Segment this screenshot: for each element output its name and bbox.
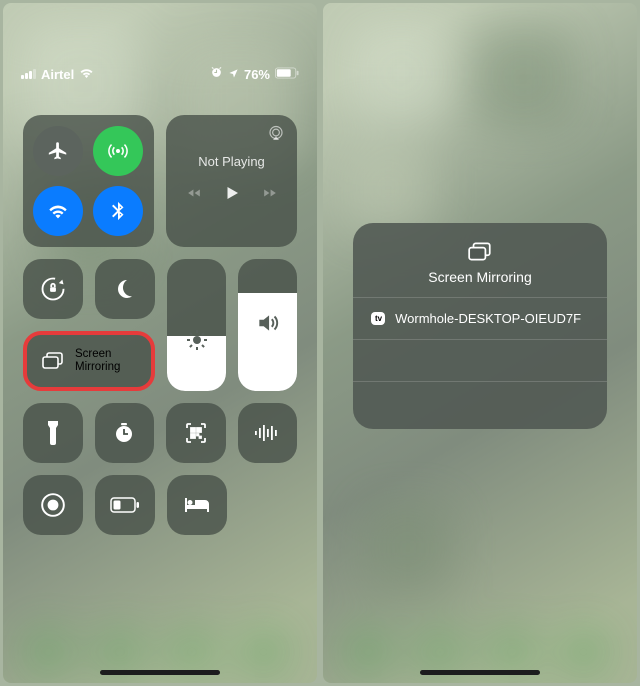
qr-icon (184, 421, 208, 445)
timer-tile[interactable] (95, 403, 155, 463)
music-tile[interactable]: Not Playing (166, 115, 297, 247)
home-indicator[interactable] (100, 670, 220, 675)
connectivity-tile[interactable] (23, 115, 154, 247)
wifi-icon (79, 67, 94, 82)
device-name: Wormhole-DESKTOP-OIEUD7F (395, 311, 581, 326)
mirror-label-1: Screen (75, 348, 120, 361)
music-title: Not Playing (198, 154, 264, 169)
volume-slider[interactable] (238, 259, 297, 391)
dnd-tile[interactable] (95, 259, 155, 319)
location-icon (228, 67, 239, 82)
stopwatch-icon (112, 421, 136, 445)
next-icon[interactable] (261, 186, 279, 205)
mirroring-icon (41, 350, 65, 372)
play-icon[interactable] (223, 183, 241, 208)
cellular-toggle[interactable] (93, 126, 143, 176)
prev-icon[interactable] (185, 186, 203, 205)
right-screenshot: Screen Mirroring tv Wormhole-DESKTOP-OIE… (323, 3, 637, 683)
voice-memo-tile[interactable] (238, 403, 298, 463)
empty-row (353, 339, 607, 381)
device-row[interactable]: tv Wormhole-DESKTOP-OIEUD7F (353, 297, 607, 339)
bluetooth-toggle[interactable] (93, 186, 143, 236)
mirror-label-2: Mirroring (75, 361, 120, 374)
brightness-slider[interactable] (167, 259, 226, 391)
flashlight-icon (44, 420, 62, 446)
record-icon (40, 492, 66, 518)
carrier-label: Airtel (41, 67, 74, 82)
screen-record-tile[interactable] (23, 475, 83, 535)
home-indicator[interactable] (420, 670, 540, 675)
airplay-icon[interactable] (267, 125, 285, 148)
signal-icon (21, 69, 36, 79)
qr-tile[interactable] (166, 403, 226, 463)
sheet-title: Screen Mirroring (428, 269, 531, 285)
screen-mirroring-tile[interactable]: Screen Mirroring (23, 331, 155, 391)
bluetooth-icon (107, 200, 129, 222)
battery-icon (275, 67, 299, 82)
low-power-tile[interactable] (95, 475, 155, 535)
status-bar: Airtel 76% (3, 53, 317, 95)
rotation-lock-tile[interactable] (23, 259, 83, 319)
battery-low-icon (110, 497, 140, 513)
volume-icon (255, 310, 281, 341)
waveform-icon (253, 423, 281, 443)
bed-icon (183, 495, 211, 515)
cellular-icon (106, 139, 130, 163)
airplane-icon (47, 140, 69, 162)
rotation-lock-icon (39, 275, 67, 303)
alarm-icon (210, 66, 223, 82)
mirroring-icon (467, 241, 493, 263)
appletv-badge-icon: tv (371, 312, 385, 325)
battery-pct: 76% (244, 67, 270, 82)
moon-icon (113, 277, 137, 301)
brightness-icon (185, 328, 209, 357)
empty-row (353, 381, 607, 423)
wifi-toggle[interactable] (33, 186, 83, 236)
sleep-tile[interactable] (167, 475, 227, 535)
flashlight-tile[interactable] (23, 403, 83, 463)
mirroring-sheet: Screen Mirroring tv Wormhole-DESKTOP-OIE… (353, 223, 607, 429)
wifi-icon (47, 200, 69, 222)
control-center: Not Playing (3, 115, 317, 535)
left-screenshot: Airtel 76% (3, 3, 317, 683)
airplane-toggle[interactable] (33, 126, 83, 176)
